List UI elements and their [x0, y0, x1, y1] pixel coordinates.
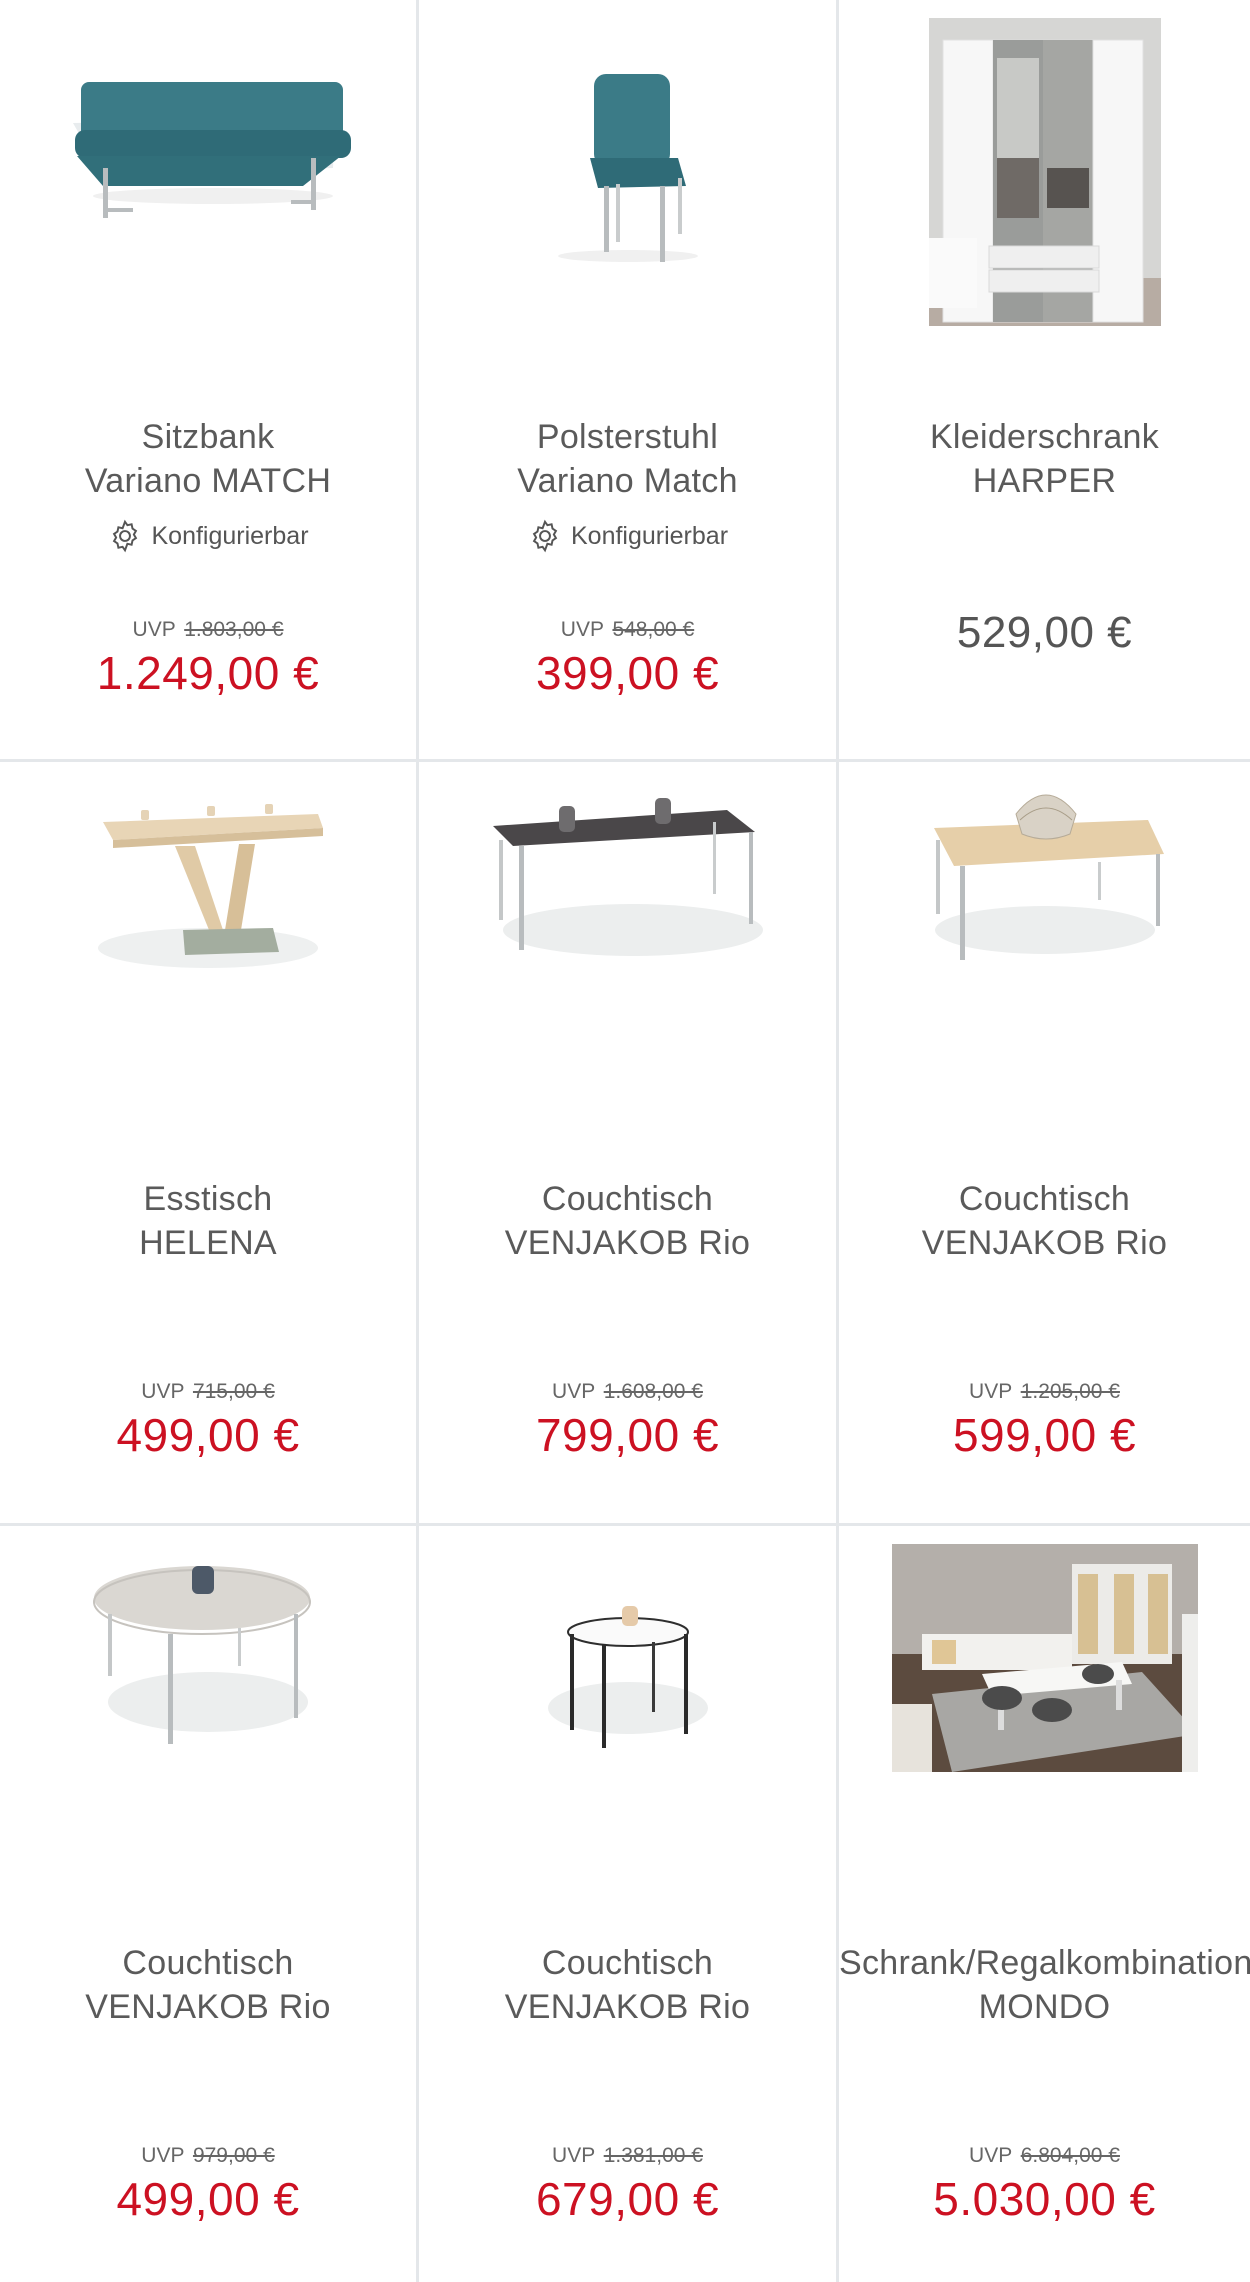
product-grid: Sitzbank Variano MATCH Konfigurierbar UV… [0, 0, 1250, 2282]
title-line-2: VENJAKOB Rio [504, 1224, 751, 1262]
product-title[interactable]: Couchtisch VENJAKOB Rio [419, 1177, 836, 1265]
product-image[interactable] [419, 0, 836, 380]
sale-price: 399,00 € [535, 647, 720, 699]
title-line-2: MONDO [978, 1988, 1111, 2026]
title-line-1: Sitzbank [141, 418, 275, 456]
product-card[interactable]: Schrank/Regalkombination MONDO UVP 6.804… [839, 1526, 1250, 2282]
uvp-label: UVP [552, 2144, 595, 2167]
sale-price: 499,00 € [116, 2173, 300, 2225]
configurable-label: Konfigurierbar [570, 521, 729, 550]
product-title[interactable]: Couchtisch VENJAKOB Rio [839, 1177, 1250, 1265]
product-title[interactable]: Schrank/Regalkombination MONDO [839, 1941, 1250, 2029]
dark-coffee-table-image [492, 798, 763, 956]
uvp-label: UVP [969, 1380, 1012, 1403]
product-card[interactable]: Sitzbank Variano MATCH Konfigurierbar UV… [0, 0, 419, 762]
product-image[interactable] [839, 1526, 1250, 1906]
title-line-1: Esstisch [143, 1180, 273, 1218]
title-line-2: Variano MATCH [84, 462, 332, 500]
title-line-1: Couchtisch [958, 1180, 1131, 1218]
product-card[interactable]: Kleiderschrank HARPER 529,00 € [839, 0, 1250, 762]
title-line-1: Couchtisch [541, 1944, 714, 1982]
uvp-label: UVP [969, 2144, 1012, 2167]
title-line-2: VENJAKOB Rio [85, 1988, 331, 2026]
sale-price: 599,00 € [952, 1409, 1137, 1461]
side-table-image [547, 1606, 708, 1748]
uvp-price: UVP 715,00 € [0, 1380, 416, 1404]
sale-price: 1.249,00 € [96, 647, 320, 699]
uvp-old-price: 1.205,00 € [1020, 1380, 1120, 1403]
title-line-1: Couchtisch [122, 1944, 294, 1982]
product-card[interactable]: Couchtisch VENJAKOB Rio UVP 1.205,00 € 5… [839, 762, 1250, 1526]
title-line-1: Couchtisch [541, 1180, 714, 1218]
product-image[interactable] [839, 762, 1250, 1142]
uvp-old-price: 1.803,00 € [184, 618, 284, 641]
configurable-badge: Konfigurierbar [419, 518, 836, 554]
sale-price: 799,00 € [535, 1409, 720, 1461]
uvp-label: UVP [132, 618, 176, 641]
product-title[interactable]: Couchtisch VENJAKOB Rio [419, 1941, 836, 2029]
bench-image [73, 82, 351, 218]
dining-table-image [98, 804, 323, 968]
product-title[interactable]: Couchtisch VENJAKOB Rio [0, 1941, 416, 2029]
price: 529,00 € [956, 608, 1133, 657]
title-line-2: VENJAKOB Rio [921, 1224, 1168, 1262]
uvp-price: UVP 1.205,00 € [839, 1380, 1250, 1404]
configurable-badge: Konfigurierbar [0, 518, 416, 554]
gear-icon [532, 519, 558, 553]
title-line-2: HELENA [139, 1224, 277, 1262]
title-line-2: HARPER [972, 462, 1117, 500]
uvp-label: UVP [552, 1380, 595, 1403]
title-line-2: VENJAKOB Rio [504, 1988, 751, 2026]
product-image[interactable] [419, 1526, 836, 1906]
sale-price: 679,00 € [535, 2173, 720, 2225]
gear-icon [113, 519, 138, 553]
product-image[interactable] [0, 1526, 416, 1906]
round-coffee-table-image [93, 1566, 311, 1744]
product-card[interactable]: Polsterstuhl Variano Match Konfigurierba… [419, 0, 839, 762]
sale-price: 499,00 € [116, 1409, 300, 1461]
uvp-old-price: 1.608,00 € [603, 1380, 703, 1403]
uvp-label: UVP [560, 618, 604, 641]
sale-price: 5.030,00 € [933, 2173, 1156, 2225]
product-title[interactable]: Polsterstuhl Variano Match [419, 415, 836, 503]
product-card[interactable]: Couchtisch VENJAKOB Rio UVP 1.608,00 € 7… [419, 762, 839, 1526]
uvp-old-price: 548,00 € [612, 618, 695, 641]
uvp-old-price: 715,00 € [192, 1380, 275, 1403]
title-line-1: Polsterstuhl [536, 418, 719, 456]
title-line-1: Kleiderschrank [929, 418, 1160, 456]
chair-image [557, 74, 698, 262]
product-card[interactable]: Esstisch HELENA UVP 715,00 € 499,00 € [0, 762, 419, 1526]
uvp-label: UVP [141, 2144, 185, 2167]
product-image[interactable] [0, 762, 416, 1142]
wardrobe-image [928, 18, 1161, 326]
product-image[interactable] [419, 762, 836, 1142]
uvp-price: UVP 1.381,00 € [419, 2144, 836, 2168]
uvp-price: UVP 1.803,00 € [0, 618, 416, 642]
title-line-1: Schrank/Regalkombination [839, 1944, 1250, 1982]
product-card[interactable]: Couchtisch VENJAKOB Rio UVP 979,00 € 499… [0, 1526, 419, 2282]
uvp-label: UVP [141, 1380, 185, 1403]
uvp-old-price: 979,00 € [192, 2144, 275, 2167]
product-title[interactable]: Kleiderschrank HARPER [839, 415, 1250, 503]
uvp-price: UVP 979,00 € [0, 2144, 416, 2168]
uvp-price: UVP 1.608,00 € [419, 1380, 836, 1404]
uvp-old-price: 1.381,00 € [603, 2144, 703, 2167]
configurable-label: Konfigurierbar [151, 521, 309, 550]
product-image[interactable] [839, 0, 1250, 380]
oak-coffee-table-image [933, 794, 1164, 960]
uvp-price: UVP 6.804,00 € [839, 2144, 1250, 2168]
uvp-price: UVP 548,00 € [419, 618, 836, 642]
product-title[interactable]: Sitzbank Variano MATCH [0, 415, 416, 503]
title-line-2: Variano Match [517, 462, 738, 500]
uvp-old-price: 6.804,00 € [1020, 2144, 1120, 2167]
product-title[interactable]: Esstisch HELENA [0, 1177, 416, 1265]
product-card[interactable]: Couchtisch VENJAKOB Rio UVP 1.381,00 € 6… [419, 1526, 839, 2282]
product-image[interactable] [0, 0, 416, 380]
room-scene-image [891, 1544, 1198, 1772]
